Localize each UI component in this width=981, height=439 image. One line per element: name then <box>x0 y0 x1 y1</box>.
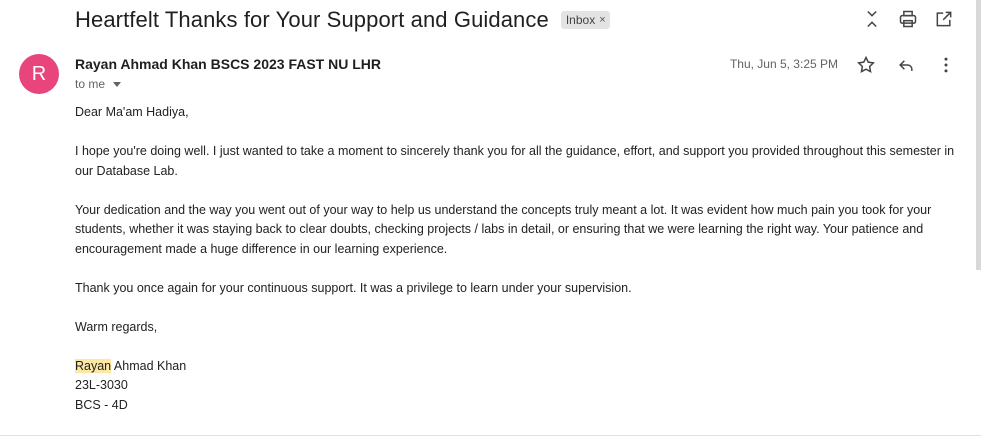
subject-row: Heartfelt Thanks for Your Support and Gu… <box>75 6 610 34</box>
greeting: Dear Ma'am Hadiya, <box>75 105 189 119</box>
closing: Warm regards, <box>75 319 158 334</box>
print-icon[interactable] <box>897 8 919 30</box>
recipient-text: to me <box>75 77 106 91</box>
avatar-letter: R <box>31 62 47 85</box>
thread-actions <box>861 8 955 30</box>
email-subject: Heartfelt Thanks for Your Support and Gu… <box>75 7 549 32</box>
body-paragraph-2: Your dedication and the way you went out… <box>75 202 932 256</box>
signature-first-name: Rayan <box>75 358 112 373</box>
body-paragraph-3: Thank you once again for your continuous… <box>75 280 632 295</box>
reply-icon[interactable] <box>895 54 917 76</box>
star-icon[interactable] <box>855 54 877 76</box>
email-body: Dear Ma'am Hadiya, I hope you're doing w… <box>75 103 955 415</box>
scrollbar[interactable] <box>976 0 981 270</box>
avatar[interactable]: R <box>19 54 59 94</box>
email-date: Thu, Jun 5, 3:25 PM <box>729 57 838 71</box>
signature-class: BCS - 4D <box>75 397 128 412</box>
message-actions <box>855 54 957 76</box>
chevron-down-icon[interactable] <box>113 81 122 87</box>
signature: Rayan Ahmad Khan 23L-3030 BCS - 4D <box>75 357 955 416</box>
body-paragraph-1: I hope you're doing well. I just wanted … <box>75 144 955 178</box>
more-vert-icon[interactable] <box>935 54 957 76</box>
remove-label-icon[interactable]: × <box>599 14 605 26</box>
label-text: Inbox <box>565 13 596 27</box>
divider <box>0 435 981 436</box>
collapse-all-icon[interactable] <box>861 8 883 30</box>
signature-name: Rayan Ahmad Khan <box>75 357 955 377</box>
signature-last-name: Ahmad Khan <box>111 358 187 373</box>
inbox-label-chip[interactable]: Inbox × <box>560 11 610 29</box>
sender-name[interactable]: Rayan Ahmad Khan BSCS 2023 FAST NU LHR <box>75 56 381 72</box>
recipient-line[interactable]: to me <box>75 77 122 91</box>
signature-id: 23L-3030 <box>75 378 128 392</box>
open-in-new-window-icon[interactable] <box>933 8 955 30</box>
